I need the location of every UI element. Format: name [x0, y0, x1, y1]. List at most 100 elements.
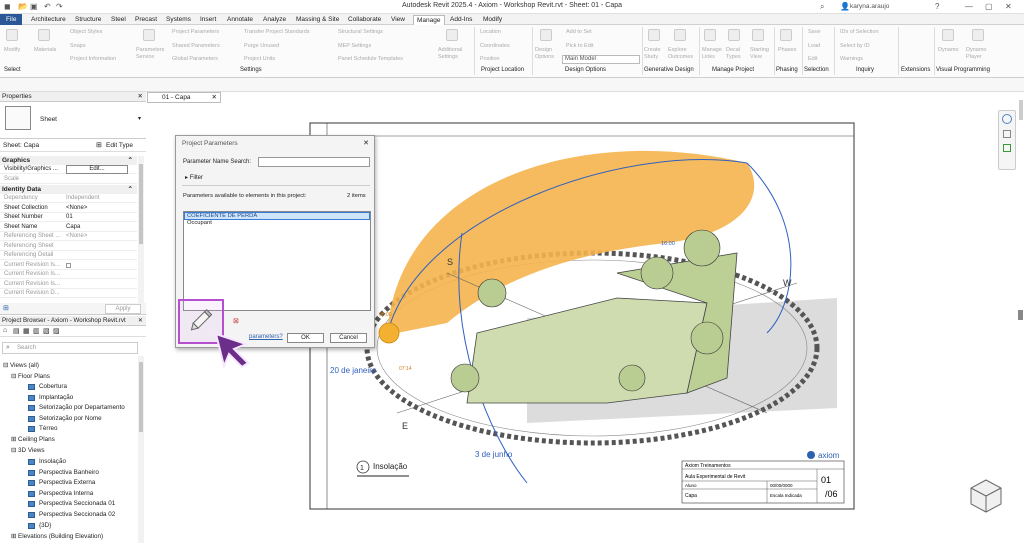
materials-icon[interactable] [38, 29, 50, 41]
browser-tool-icon[interactable]: ▧ [43, 327, 50, 335]
parameters-service-button[interactable]: Parameters Service [136, 47, 166, 61]
property-row[interactable]: Sheet Collection <None> [0, 204, 137, 213]
tree-view-item[interactable]: {3D} [28, 522, 51, 529]
snaps-button[interactable]: Snaps [70, 43, 86, 49]
group-identity-data[interactable]: Identity Data ⌃ [0, 185, 137, 194]
tab-systems[interactable]: Systems [163, 15, 194, 25]
tab-add-ins[interactable]: Add-Ins [447, 15, 475, 25]
starting-view-icon[interactable] [752, 29, 764, 41]
select-by-id-button[interactable]: Select by ID [840, 43, 870, 49]
vis-graphics-edit-button[interactable]: Edit... [66, 165, 128, 174]
browser-search[interactable]: ⌕ Search [2, 342, 138, 354]
design-option-select[interactable]: Main Model [562, 55, 640, 64]
dynamo-player-icon[interactable] [972, 29, 984, 41]
tree-floor-plans[interactable]: ⊟ Floor Plans [11, 373, 50, 380]
group-graphics[interactable]: Graphics ⌃ [0, 156, 137, 165]
tree-view-item[interactable]: Perspectiva Banheiro [28, 469, 99, 476]
parameters-service-icon[interactable] [143, 29, 155, 41]
additional-settings-icon[interactable] [446, 29, 458, 41]
selection-load-button[interactable]: Load [808, 43, 820, 49]
user-name[interactable]: karyna.araujo [850, 3, 889, 10]
design-options-icon[interactable] [540, 29, 552, 41]
property-row[interactable]: Dependency Independent [0, 194, 137, 204]
apply-button[interactable]: Apply [105, 304, 141, 314]
close-browser-icon[interactable]: ✕ [138, 316, 143, 326]
tab-manage[interactable]: Manage [413, 15, 445, 25]
tree-elevations[interactable]: ⊞ Elevations (Building Elevation) [11, 533, 103, 540]
tab-modify[interactable]: Modify [480, 15, 505, 25]
parameter-search-input[interactable] [258, 157, 370, 167]
tab-analyze[interactable]: Analyze [260, 15, 289, 25]
help-link[interactable]: parameters? [249, 334, 283, 340]
global-parameters-button[interactable]: Global Parameters [172, 56, 218, 62]
close-icon[interactable]: ✕ [363, 139, 369, 147]
tab-steel[interactable]: Steel [108, 15, 129, 25]
user-icon[interactable]: 👤 [840, 2, 850, 11]
tree-view-item[interactable]: Implantação [28, 394, 73, 401]
property-row[interactable]: Referencing Sheet ... <None> [0, 232, 137, 242]
tab-structure[interactable]: Structure [72, 15, 104, 25]
project-units-button[interactable]: Project Units [244, 56, 275, 62]
browser-tool-icon[interactable]: ▦ [23, 327, 30, 335]
manage-links-icon[interactable] [704, 29, 716, 41]
modify-button[interactable]: Modify [4, 47, 20, 53]
property-row[interactable]: Current Revision Is... [0, 270, 137, 280]
additional-settings-button[interactable]: Additional Settings [438, 47, 470, 61]
close-icon[interactable]: ✕ [1005, 2, 1012, 11]
explore-outcomes-icon[interactable] [674, 29, 686, 41]
close-view-icon[interactable]: ✕ [212, 93, 217, 103]
tree-view-item[interactable]: Térreo [28, 425, 58, 433]
delete-parameter-icon[interactable]: ⊠ [233, 317, 239, 325]
purge-unused-button[interactable]: Purge Unused [244, 43, 279, 49]
view-tab-capa[interactable]: 01 - Capa ✕ [147, 92, 221, 103]
property-row[interactable]: Current Revision Is... [0, 261, 137, 270]
tree-view-item[interactable]: Perspectiva Externa [28, 479, 95, 487]
warnings-button[interactable]: Warnings [840, 56, 863, 62]
project-information-button[interactable]: Project Information [70, 56, 116, 62]
vertical-scrollbar[interactable] [1018, 310, 1023, 320]
browser-tool-icon[interactable]: ⌂ [3, 327, 7, 334]
tab-file[interactable]: File [0, 14, 23, 25]
property-row[interactable]: Sheet Name Capa [0, 223, 137, 232]
tab-massing-site[interactable]: Massing & Site [293, 15, 342, 25]
browser-tool-icon[interactable]: ▤ [13, 327, 20, 335]
close-properties-icon[interactable]: ✕ [138, 92, 143, 102]
property-row[interactable]: Referencing Sheet [0, 242, 137, 251]
pick-to-edit-button[interactable]: Pick to Edit [566, 43, 594, 49]
filter-toggle[interactable]: ▸ Filter [185, 174, 203, 181]
panel-schedule-templates-button[interactable]: Panel Schedule Templates [338, 56, 403, 62]
navigation-bar[interactable] [998, 110, 1016, 170]
tree-view-item[interactable]: Setorização por Departamento [28, 404, 125, 412]
browser-scrollbar[interactable] [139, 362, 143, 432]
edit-type-icon[interactable]: ⊞ [96, 141, 102, 149]
tab-precast[interactable]: Precast [132, 15, 160, 25]
selection-save-button[interactable]: Save [808, 29, 821, 35]
modify-icon[interactable] [6, 29, 18, 41]
create-study-icon[interactable] [648, 29, 660, 41]
property-value[interactable]: 01 [66, 213, 73, 222]
design-options-button[interactable]: Design Options [535, 47, 561, 61]
coordinates-button[interactable]: Coordinates [480, 43, 510, 49]
location-button[interactable]: Location [480, 29, 501, 35]
property-row[interactable]: Current Revision Is... [0, 280, 137, 289]
zoom-icon[interactable] [1003, 130, 1011, 138]
cancel-button[interactable]: Cancel [330, 333, 367, 343]
materials-button[interactable]: Materials [34, 47, 56, 53]
project-parameters-button[interactable]: Project Parameters [172, 29, 219, 35]
browser-tool-icon[interactable]: ▨ [53, 327, 60, 335]
type-selector[interactable]: Sheet ▾ [0, 102, 146, 139]
position-button[interactable]: Position [480, 56, 500, 62]
manage-links-button[interactable]: Manage Links [702, 47, 724, 61]
create-study-button[interactable]: Create Study [644, 47, 668, 61]
tab-view[interactable]: View [388, 15, 408, 25]
property-row[interactable]: Current Revision D... [0, 289, 137, 299]
tree-view-item[interactable]: Perspectiva Seccionada 02 [28, 511, 115, 518]
property-row[interactable]: Sheet Number 01 [0, 213, 137, 223]
explore-outcomes-button[interactable]: Explore Outcomes [668, 47, 698, 61]
properties-scrollbar[interactable] [139, 164, 143, 244]
tab-architecture[interactable]: Architecture [28, 15, 69, 25]
tree-view-item[interactable]: Setorização por Nome [28, 415, 102, 422]
dynamo-icon[interactable] [942, 29, 954, 41]
chevron-down-icon[interactable]: ▾ [138, 115, 141, 122]
tree-3d-views[interactable]: ⊟ 3D Views [11, 447, 45, 454]
